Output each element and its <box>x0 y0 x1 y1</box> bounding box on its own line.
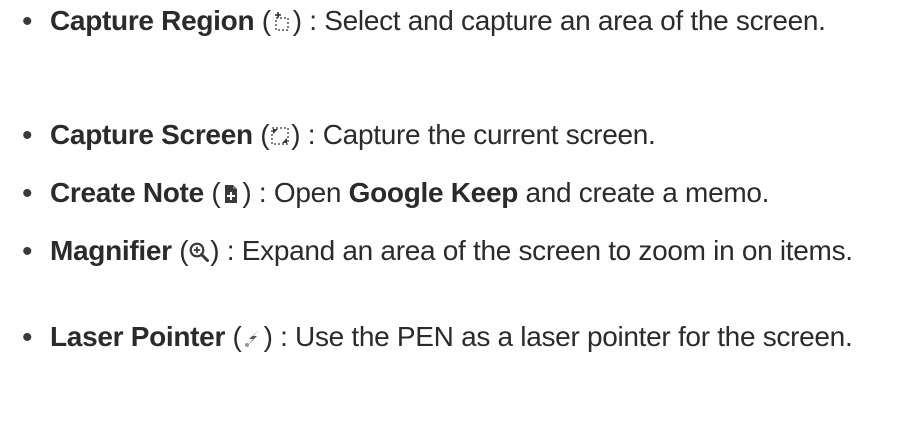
bullet: • <box>22 235 33 268</box>
description-before: : Open <box>251 177 349 208</box>
list-item-text: Laser Pointer () : Use the PEN as a lase… <box>50 316 900 358</box>
paren-close: ) <box>263 321 273 352</box>
bullet: • <box>22 321 33 354</box>
paren-open: ( <box>252 119 270 150</box>
description: : Select and capture an area of the scre… <box>301 5 826 36</box>
feature-list: • Capture Region () : Select and capture… <box>0 0 910 421</box>
term-capture-region: Capture Region <box>50 5 255 36</box>
paren-close: ) <box>210 235 220 266</box>
term-create-note: Create Note <box>50 177 204 208</box>
description: : Expand an area of the screen to zoom i… <box>219 235 853 266</box>
description: : Capture the current screen. <box>300 119 656 150</box>
list-item-text: Magnifier () : Expand an area of the scr… <box>50 230 900 272</box>
list-item-text: Capture Screen () : Capture the current … <box>50 114 900 156</box>
magnifier-icon <box>189 242 210 262</box>
paren-open: ( <box>203 177 221 208</box>
bullet: • <box>22 119 33 152</box>
description: : Use the PEN as a laser pointer for the… <box>272 321 853 352</box>
create-note-icon <box>221 184 241 204</box>
capture-region-icon <box>272 12 292 32</box>
laser-pointer-icon <box>243 328 263 348</box>
list-item-text: Capture Region () : Select and capture a… <box>50 0 900 42</box>
bullet: • <box>22 177 33 210</box>
paren-open: ( <box>225 321 242 352</box>
description-after: and create a memo. <box>518 177 770 208</box>
term-magnifier: Magnifier <box>50 235 172 266</box>
paren-close: ) <box>292 5 302 36</box>
bullet: • <box>22 5 33 38</box>
paren-open: ( <box>171 235 189 266</box>
term-capture-screen: Capture Screen <box>50 119 253 150</box>
paren-close: ) <box>291 119 301 150</box>
capture-screen-icon <box>270 126 290 146</box>
term-laser-pointer: Laser Pointer <box>50 321 226 352</box>
app-name-google-keep: Google Keep <box>348 177 519 208</box>
paren-open: ( <box>254 5 271 36</box>
list-item-text: Create Note () : Open Google Keep and cr… <box>50 172 900 214</box>
